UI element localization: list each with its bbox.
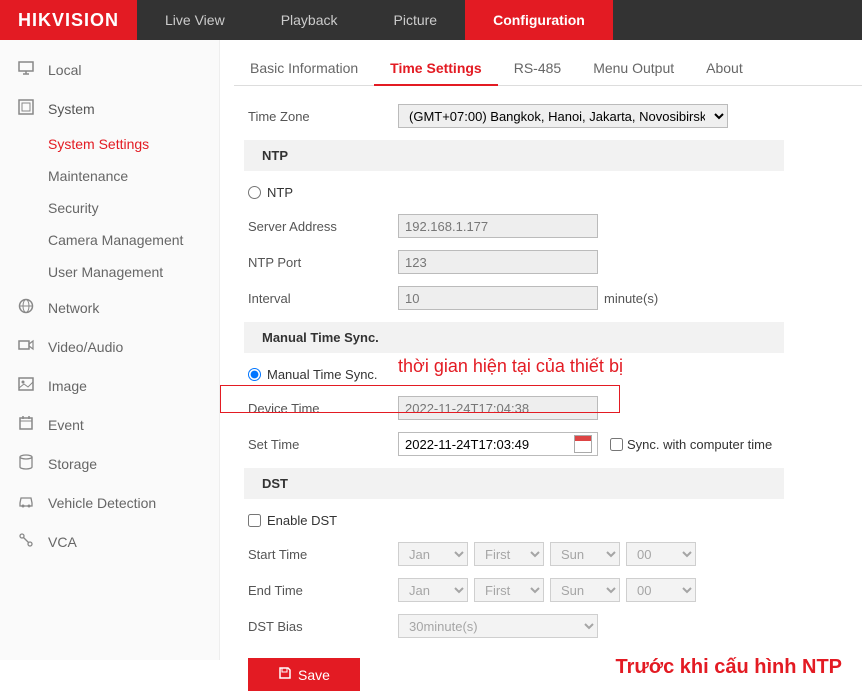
sidebar-vca-label: VCA bbox=[48, 534, 77, 550]
annotation-device-time: thời gian hiện tại của thiết bị bbox=[398, 356, 623, 377]
tab-time-settings[interactable]: Time Settings bbox=[374, 52, 498, 86]
start-week-select[interactable]: First bbox=[474, 542, 544, 566]
enable-dst-checkbox[interactable] bbox=[248, 514, 261, 527]
manual-section-header: Manual Time Sync. bbox=[244, 322, 784, 353]
ntp-port-input[interactable] bbox=[398, 250, 598, 274]
vca-icon bbox=[18, 532, 38, 551]
sidebar-network[interactable]: Network bbox=[0, 288, 219, 327]
globe-icon bbox=[18, 298, 38, 317]
sidebar-storage[interactable]: Storage bbox=[0, 444, 219, 483]
ntp-radio[interactable] bbox=[248, 186, 261, 199]
ntp-radio-label: NTP bbox=[267, 185, 293, 200]
ntp-port-label: NTP Port bbox=[248, 255, 398, 270]
tab-rs485[interactable]: RS-485 bbox=[498, 52, 577, 85]
sidebar-vca[interactable]: VCA bbox=[0, 522, 219, 561]
end-day-select[interactable]: Sun bbox=[550, 578, 620, 602]
save-button[interactable]: Save bbox=[248, 658, 360, 691]
dst-bias-label: DST Bias bbox=[248, 619, 398, 634]
interval-label: Interval bbox=[248, 291, 398, 306]
dst-bias-select[interactable]: 30minute(s) bbox=[398, 614, 598, 638]
sync-computer-label: Sync. with computer time bbox=[627, 437, 772, 452]
content-area: Basic Information Time Settings RS-485 M… bbox=[220, 40, 862, 691]
sidebar-network-label: Network bbox=[48, 300, 99, 316]
sidebar-video-audio-label: Video/Audio bbox=[48, 339, 123, 355]
start-time-label: Start Time bbox=[248, 547, 398, 562]
save-icon bbox=[278, 666, 292, 683]
logo: HIKVISION bbox=[0, 0, 137, 40]
sync-computer-checkbox[interactable] bbox=[610, 438, 623, 451]
server-address-input[interactable] bbox=[398, 214, 598, 238]
sidebar: Local System System Settings Maintenance… bbox=[0, 40, 220, 660]
car-icon bbox=[18, 493, 38, 512]
video-icon bbox=[18, 337, 38, 356]
sidebar-local-label: Local bbox=[48, 62, 81, 78]
sidebar-vehicle-detection[interactable]: Vehicle Detection bbox=[0, 483, 219, 522]
server-address-label: Server Address bbox=[248, 219, 398, 234]
nav-playback[interactable]: Playback bbox=[253, 0, 366, 40]
enable-dst-label: Enable DST bbox=[267, 513, 337, 528]
timezone-label: Time Zone bbox=[248, 109, 398, 124]
end-hour-select[interactable]: 00 bbox=[626, 578, 696, 602]
sidebar-event[interactable]: Event bbox=[0, 405, 219, 444]
dst-section-header: DST bbox=[244, 468, 784, 499]
nav-picture[interactable]: Picture bbox=[366, 0, 466, 40]
sidebar-camera-management[interactable]: Camera Management bbox=[0, 224, 219, 256]
sidebar-local[interactable]: Local bbox=[0, 50, 219, 89]
logo-part1: HIK bbox=[18, 10, 52, 31]
tab-about[interactable]: About bbox=[690, 52, 759, 85]
top-nav: Live View Playback Picture Configuration bbox=[137, 0, 613, 40]
manual-time-sync-radio[interactable] bbox=[248, 368, 261, 381]
nav-configuration[interactable]: Configuration bbox=[465, 0, 613, 40]
top-bar: HIKVISION Live View Playback Picture Con… bbox=[0, 0, 862, 40]
sidebar-user-management[interactable]: User Management bbox=[0, 256, 219, 288]
timezone-select[interactable]: (GMT+07:00) Bangkok, Hanoi, Jakarta, Nov… bbox=[398, 104, 728, 128]
storage-icon bbox=[18, 454, 38, 473]
logo-part2: VISION bbox=[52, 10, 119, 31]
tab-basic-information[interactable]: Basic Information bbox=[234, 52, 374, 85]
save-button-label: Save bbox=[298, 667, 330, 683]
sidebar-video-audio[interactable]: Video/Audio bbox=[0, 327, 219, 366]
sidebar-vehicle-detection-label: Vehicle Detection bbox=[48, 495, 156, 511]
image-icon bbox=[18, 376, 38, 395]
sidebar-image[interactable]: Image bbox=[0, 366, 219, 405]
start-day-select[interactable]: Sun bbox=[550, 542, 620, 566]
sidebar-system-label: System bbox=[48, 101, 95, 117]
end-time-label: End Time bbox=[248, 583, 398, 598]
calendar-icon[interactable] bbox=[574, 435, 592, 453]
red-highlight-box bbox=[220, 385, 620, 413]
interval-unit: minute(s) bbox=[604, 291, 658, 306]
tab-menu-output[interactable]: Menu Output bbox=[577, 52, 690, 85]
annotation-bottom: Trước khi cấu hình NTP bbox=[615, 656, 842, 679]
sidebar-event-label: Event bbox=[48, 417, 84, 433]
nav-liveview[interactable]: Live View bbox=[137, 0, 253, 40]
end-month-select[interactable]: Jan bbox=[398, 578, 468, 602]
sidebar-maintenance[interactable]: Maintenance bbox=[0, 160, 219, 192]
sidebar-storage-label: Storage bbox=[48, 456, 97, 472]
sub-tabs: Basic Information Time Settings RS-485 M… bbox=[234, 52, 862, 86]
sidebar-system[interactable]: System bbox=[0, 89, 219, 128]
start-month-select[interactable]: Jan bbox=[398, 542, 468, 566]
system-icon bbox=[18, 99, 38, 118]
event-icon bbox=[18, 415, 38, 434]
ntp-section-header: NTP bbox=[244, 140, 784, 171]
set-time-label: Set Time bbox=[248, 437, 398, 452]
sidebar-security[interactable]: Security bbox=[0, 192, 219, 224]
interval-input[interactable] bbox=[398, 286, 598, 310]
monitor-icon bbox=[18, 60, 38, 79]
manual-time-sync-label: Manual Time Sync. bbox=[267, 367, 378, 382]
sidebar-system-settings[interactable]: System Settings bbox=[0, 128, 219, 160]
sidebar-image-label: Image bbox=[48, 378, 87, 394]
end-week-select[interactable]: First bbox=[474, 578, 544, 602]
set-time-input[interactable] bbox=[398, 432, 598, 456]
start-hour-select[interactable]: 00 bbox=[626, 542, 696, 566]
